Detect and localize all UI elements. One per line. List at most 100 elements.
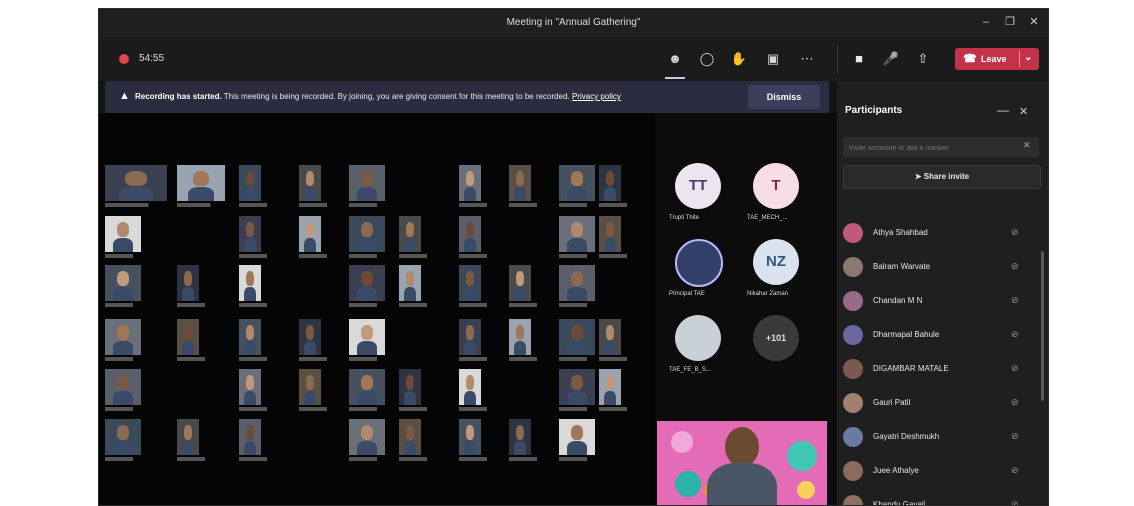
tile-name-bar	[105, 357, 145, 361]
muted-mic-icon[interactable]: ⊘	[1011, 329, 1019, 340]
muted-mic-icon[interactable]: ⊘	[1011, 227, 1019, 238]
tile-name-bar	[299, 357, 339, 361]
video-tile	[559, 265, 595, 301]
minimize-icon[interactable]: –	[979, 15, 993, 29]
tile-name-bar	[559, 407, 599, 411]
tile-name-bar	[399, 407, 439, 411]
tile-name-bar	[299, 407, 339, 411]
tile-person-head	[466, 271, 474, 286]
tile-name-bar	[105, 407, 145, 411]
tile-person-head	[466, 425, 474, 440]
muted-mic-icon[interactable]: ⊘	[1011, 397, 1019, 408]
participant-avatar-name: Trupti Thite	[669, 215, 700, 221]
tile-name-bar	[559, 357, 599, 361]
participant-row[interactable]: Gayatri Deshmukh ⊘	[843, 425, 1039, 449]
reactions-icon[interactable]: ✋	[728, 48, 750, 70]
chat-icon[interactable]: ◯	[696, 48, 718, 70]
tile-person-torso	[356, 287, 378, 301]
muted-mic-icon[interactable]: ⊘	[1011, 465, 1019, 476]
video-tile	[177, 419, 199, 455]
banner-message: Recording has started. This meeting is b…	[135, 92, 621, 101]
tile-person-torso	[243, 187, 257, 201]
participant-row[interactable]: Athya Shahbad ⊘	[843, 221, 1039, 245]
person-torso	[707, 463, 777, 505]
muted-mic-icon[interactable]: ⊘	[1011, 499, 1019, 505]
tile-name-bar	[239, 357, 279, 361]
tile-person-torso	[566, 341, 588, 355]
microphone-icon[interactable]: 🎤	[881, 49, 901, 69]
tile-person-head	[516, 425, 524, 440]
maximize-icon[interactable]: ❐	[1003, 15, 1017, 29]
participant-name: Athya Shahbad	[873, 228, 928, 237]
close-icon[interactable]: ✕	[1027, 15, 1041, 29]
participant-avatar[interactable]: TT	[675, 163, 721, 209]
dismiss-button[interactable]: Dismiss	[748, 85, 820, 109]
tile-person-head	[246, 425, 254, 440]
video-tile	[459, 265, 481, 301]
tile-person-head	[246, 375, 254, 390]
tile-person-torso	[513, 287, 527, 301]
video-tile	[459, 369, 481, 405]
tile-person-head	[406, 375, 414, 390]
participant-avatar[interactable]: T	[753, 163, 799, 209]
active-tab-indicator	[665, 77, 685, 79]
muted-mic-icon[interactable]: ⊘	[1011, 295, 1019, 306]
muted-mic-icon[interactable]: ⊘	[1011, 261, 1019, 272]
tile-person-torso	[243, 341, 257, 355]
participant-row[interactable]: DIGAMBAR MATALE ⊘	[843, 357, 1039, 381]
tile-person-torso	[303, 391, 317, 405]
banner-bold-text: Recording has started.	[135, 92, 222, 101]
recording-banner: ▲ Recording has started. This meeting is…	[105, 81, 829, 113]
more-options-icon[interactable]: ⋯	[796, 48, 818, 70]
tile-name-bar	[459, 407, 499, 411]
leave-button[interactable]: ☎ Leave ⌄	[955, 48, 1039, 70]
tile-person-torso	[603, 391, 617, 405]
share-screen-icon[interactable]: ⇧	[913, 49, 933, 69]
participant-gallery: TT Trupti Thite T TAE_MECH_... Principal TAE…	[655, 113, 837, 505]
participant-avatar-icon	[843, 257, 863, 277]
minimize-panel-icon[interactable]: —	[997, 103, 1009, 117]
video-tile	[239, 419, 261, 455]
scrollbar[interactable]	[1041, 251, 1044, 401]
tile-person-head	[306, 171, 314, 186]
video-tile	[559, 165, 595, 201]
background-bubble	[675, 471, 701, 497]
teams-meeting-window: Meeting in "Annual Gathering" – ❐ ✕ 54:5…	[98, 8, 1049, 506]
clear-icon[interactable]: ✕	[1023, 140, 1031, 151]
invite-input[interactable]	[847, 140, 1011, 156]
participant-row[interactable]: Balram Warvate ⊘	[843, 255, 1039, 279]
close-panel-icon[interactable]: ✕	[1019, 105, 1028, 118]
camera-icon[interactable]: ■	[849, 49, 869, 69]
tile-name-bar	[177, 203, 225, 207]
tile-person-head	[516, 325, 524, 340]
privacy-policy-link[interactable]: Privacy policy	[572, 92, 621, 101]
participant-row[interactable]: Gauri Patil ⊘	[843, 391, 1039, 415]
participant-avatar[interactable]: NZ	[753, 239, 799, 285]
participant-name: DIGAMBAR MATALE	[873, 364, 949, 373]
participant-avatar[interactable]	[675, 239, 723, 287]
tile-name-bar	[559, 203, 599, 207]
tile-person-head	[466, 171, 474, 186]
participant-avatar[interactable]	[675, 315, 721, 361]
participant-row[interactable]: Chandan M N ⊘	[843, 289, 1039, 313]
muted-mic-icon[interactable]: ⊘	[1011, 431, 1019, 442]
tile-name-bar	[177, 457, 217, 461]
participants-panel: Participants — ✕ ✕ ➤ Share invite Athya …	[837, 81, 1048, 505]
tile-person-head	[360, 271, 374, 286]
share-invite-button[interactable]: ➤ Share invite	[843, 165, 1041, 189]
participant-row[interactable]: Dharmapal Bahule ⊘	[843, 323, 1039, 347]
participant-row[interactable]: Juee Athalye ⊘	[843, 459, 1039, 483]
tile-person-head	[466, 325, 474, 340]
tile-name-bar	[105, 254, 145, 258]
muted-mic-icon[interactable]: ⊘	[1011, 363, 1019, 374]
tile-name-bar	[105, 303, 145, 307]
participant-avatar[interactable]: +101	[753, 315, 799, 361]
breakout-rooms-icon[interactable]: ▣	[762, 48, 784, 70]
chevron-down-icon[interactable]: ⌄	[1024, 52, 1032, 63]
participant-row[interactable]: Khandu Gavali ⊘	[843, 493, 1039, 505]
tile-person-torso	[603, 341, 617, 355]
video-tile	[599, 369, 621, 405]
people-icon[interactable]: ☻	[664, 48, 686, 70]
self-video	[657, 421, 827, 505]
tile-person-torso	[112, 287, 134, 301]
